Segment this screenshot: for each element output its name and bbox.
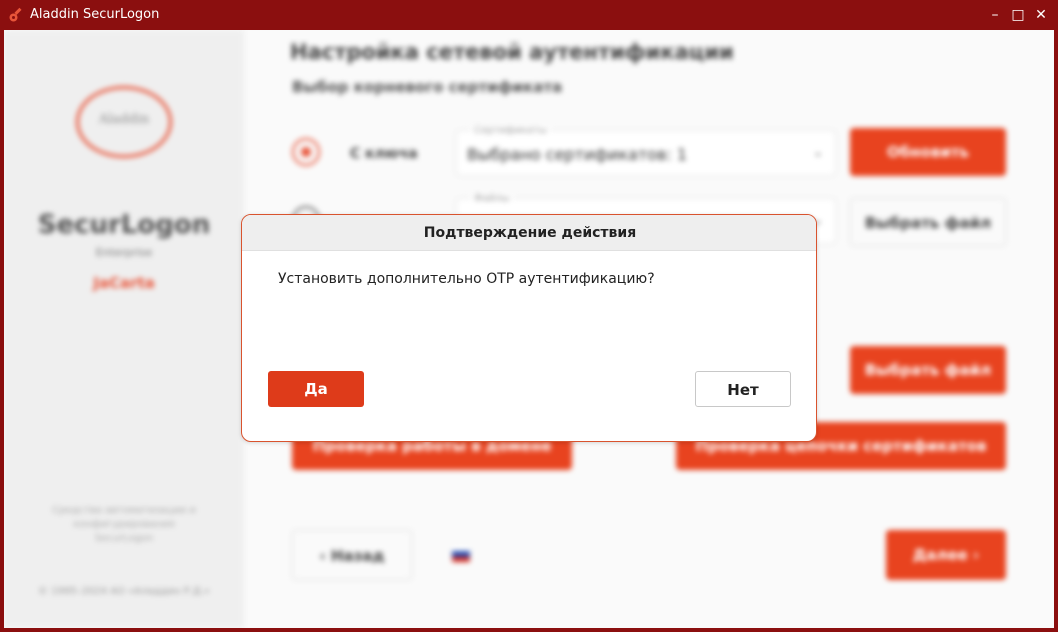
no-button[interactable]: Нет [695, 371, 791, 407]
russian-flag-icon[interactable] [452, 546, 470, 562]
product-variant: JaCarta [93, 274, 155, 292]
copyright: © 1995–2024 АО «Аладдин Р.Д.» [38, 586, 210, 597]
next-button[interactable]: Далее › [886, 530, 1006, 580]
certificates-caption: Сертификаты [471, 125, 550, 136]
yes-button[interactable]: Да [268, 371, 364, 407]
app-window: Aladdin SecurLogon – □ ✕ Aladdin SecurLo… [0, 0, 1058, 632]
confirmation-dialog: Подтверждение действия Установить дополн… [241, 214, 817, 442]
window-title: Aladdin SecurLogon [30, 7, 160, 22]
logo-text: Aladdin [98, 112, 150, 127]
section-subtitle: Выбор корневого сертификата [292, 78, 563, 96]
aladdin-key-icon [9, 7, 22, 22]
certificates-select[interactable]: Сертификаты Выбрано сертификатов: 1 ⌄ [456, 125, 836, 176]
product-name: SecurLogon [37, 210, 211, 240]
dialog-title: Подтверждение действия [423, 225, 637, 241]
maximize-icon[interactable]: □ [1007, 5, 1029, 25]
dialog-header: Подтверждение действия [242, 215, 816, 251]
page-title: Настройка сетевой аутентификации [290, 40, 734, 64]
select-file-button[interactable]: Выбрать файл [850, 198, 1006, 246]
title-bar: Aladdin SecurLogon – □ ✕ [0, 0, 1058, 30]
minimize-icon[interactable]: – [984, 5, 1006, 25]
refresh-button[interactable]: Обновить [850, 128, 1006, 176]
client-area: Aladdin SecurLogon Enterprise JaCarta Ср… [4, 30, 1054, 628]
radio-from-key[interactable] [292, 138, 320, 166]
close-icon[interactable]: ✕ [1030, 5, 1052, 25]
dialog-message: Установить дополнительно OTP аутентифика… [278, 271, 655, 287]
sidebar: Aladdin SecurLogon Enterprise JaCarta Ср… [4, 30, 244, 628]
files-caption: Файлы [471, 193, 513, 204]
chevron-down-icon[interactable]: ⌄ [813, 145, 823, 159]
back-button[interactable]: ‹ Назад [292, 530, 412, 580]
sidebar-note: Средства автоматизации и конфигурировани… [52, 505, 196, 544]
product-edition: Enterprise [95, 246, 153, 259]
radio-from-key-label: С ключа [350, 146, 418, 162]
certificates-value: Выбрано сертификатов: 1 [467, 145, 688, 164]
select-file-button-2[interactable]: Выбрать файл [850, 346, 1006, 394]
